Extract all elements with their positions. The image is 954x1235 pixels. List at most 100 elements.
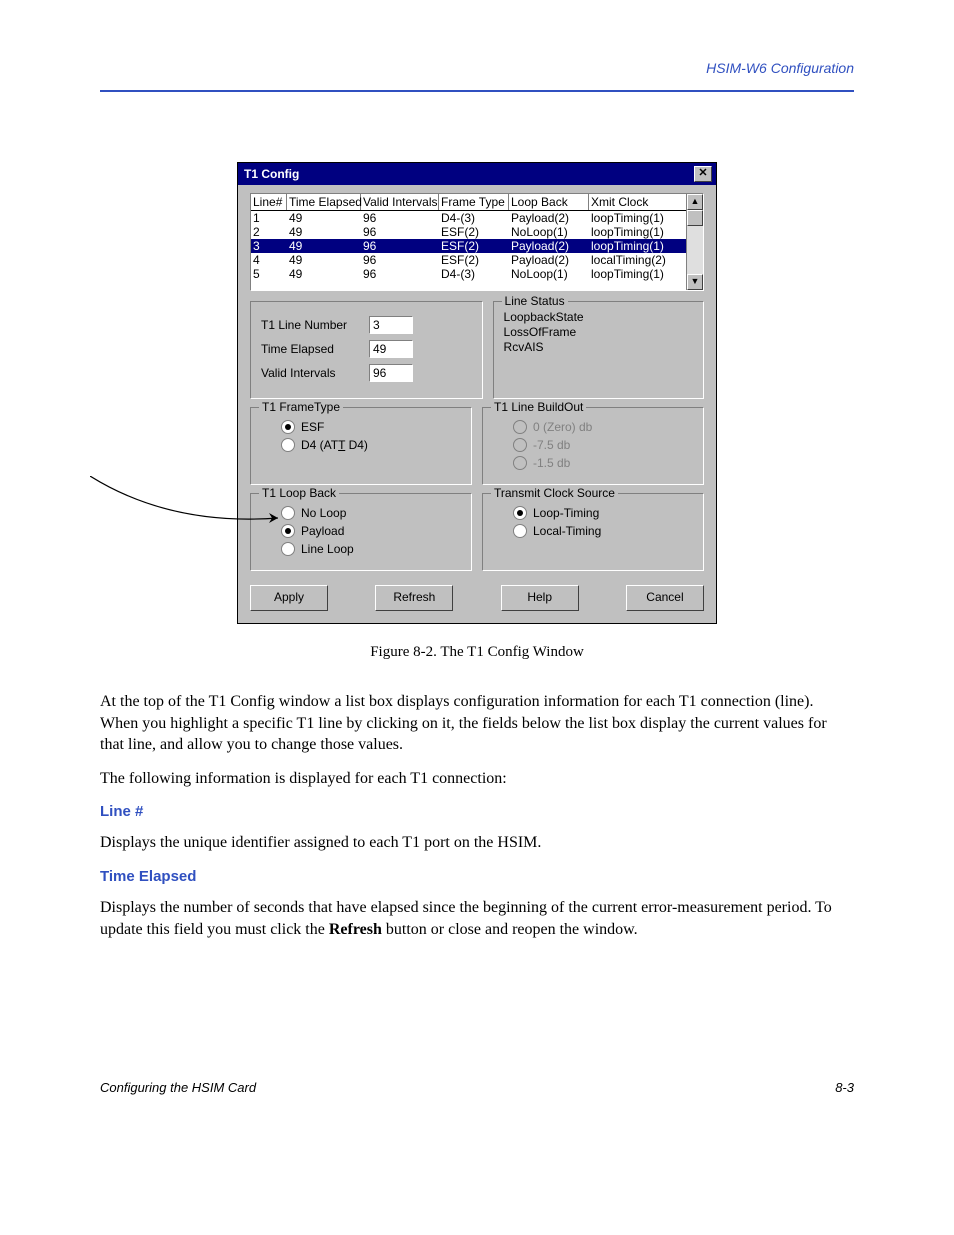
table-row[interactable]: 44996ESF(2)Payload(2)localTiming(2) <box>251 253 686 267</box>
cell: loopTiming(1) <box>589 239 679 253</box>
radio-icon <box>281 420 295 434</box>
clock-legend: Transmit Clock Source <box>491 486 618 500</box>
radio-label: 0 (Zero) db <box>533 420 592 434</box>
body-paragraph: Displays the number of seconds that have… <box>100 897 854 940</box>
radio-75db: -7.5 db <box>513 438 693 452</box>
cell: NoLoop(1) <box>509 267 589 281</box>
radio-label: Payload <box>301 524 344 538</box>
radio-label: Line Loop <box>301 542 354 556</box>
cell: 96 <box>361 267 439 281</box>
cell: Payload(2) <box>509 253 589 267</box>
radio-15db: -1.5 db <box>513 456 693 470</box>
cell: D4-(3) <box>439 211 509 225</box>
cell: loopTiming(1) <box>589 267 679 281</box>
radio-esf[interactable]: ESF <box>281 420 461 434</box>
body-paragraph: At the top of the T1 Config window a lis… <box>100 691 854 756</box>
valid-intervals-label: Valid Intervals <box>261 366 361 380</box>
cancel-button[interactable]: Cancel <box>626 585 704 611</box>
col-valid-intervals: Valid Intervals <box>361 194 439 210</box>
line-number-label: T1 Line Number <box>261 318 361 332</box>
list-header: Line# Time Elapsed Valid Intervals Frame… <box>251 194 686 211</box>
line-status-group: Line Status LoopbackState LossOfFrame Rc… <box>493 301 704 399</box>
radio-icon <box>281 506 295 520</box>
cell: D4-(3) <box>439 267 509 281</box>
radio-icon <box>513 438 527 452</box>
line-status-legend: Line Status <box>502 294 568 308</box>
section-heading-line: Line # <box>100 803 854 820</box>
titlebar: T1 Config ✕ <box>238 163 716 185</box>
help-button[interactable]: Help <box>501 585 579 611</box>
scroll-down-icon[interactable]: ▼ <box>687 274 703 290</box>
table-row[interactable]: 34996ESF(2)Payload(2)loopTiming(1) <box>251 239 686 253</box>
cell: 49 <box>287 267 361 281</box>
radio-icon <box>513 524 527 538</box>
window-title: T1 Config <box>242 167 299 181</box>
line-status-list: LoopbackState LossOfFrame RcvAIS <box>504 310 693 355</box>
radio-0db: 0 (Zero) db <box>513 420 693 434</box>
clock-source-group: Transmit Clock Source Loop-Timing Local-… <box>482 493 704 571</box>
cell: 49 <box>287 225 361 239</box>
buildout-legend: T1 Line BuildOut <box>491 400 586 414</box>
cell: ESF(2) <box>439 225 509 239</box>
radio-lineloop[interactable]: Line Loop <box>281 542 461 556</box>
header-rule <box>100 90 854 92</box>
radio-icon <box>281 438 295 452</box>
time-elapsed-label: Time Elapsed <box>261 342 361 356</box>
table-row[interactable]: 14996D4-(3)Payload(2)loopTiming(1) <box>251 211 686 225</box>
line-number-field[interactable] <box>369 316 413 334</box>
t1-line-listbox[interactable]: Line# Time Elapsed Valid Intervals Frame… <box>250 193 704 291</box>
radio-label: Loop-Timing <box>533 506 599 520</box>
col-line: Line# <box>251 194 287 210</box>
valid-intervals-field[interactable] <box>369 364 413 382</box>
cell: Payload(2) <box>509 239 589 253</box>
list-scrollbar[interactable]: ▲ ▼ <box>686 194 703 290</box>
radio-icon <box>513 420 527 434</box>
cell: 3 <box>251 239 287 253</box>
radio-icon <box>281 542 295 556</box>
radio-d4[interactable]: D4 (ATT D4) <box>281 438 461 452</box>
cell: 96 <box>361 225 439 239</box>
cell: 49 <box>287 239 361 253</box>
scroll-thumb[interactable] <box>687 210 703 226</box>
cell: 96 <box>361 239 439 253</box>
cell: loopTiming(1) <box>589 211 679 225</box>
frame-type-legend: T1 FrameType <box>259 400 343 414</box>
body-paragraph: The following information is displayed f… <box>100 768 854 790</box>
col-xmit-clock: Xmit Clock <box>589 194 679 210</box>
radio-noloop[interactable]: No Loop <box>281 506 461 520</box>
cell: 5 <box>251 267 287 281</box>
radio-loop-timing[interactable]: Loop-Timing <box>513 506 693 520</box>
table-row[interactable]: 54996D4-(3)NoLoop(1)loopTiming(1) <box>251 267 686 281</box>
frame-type-group: T1 FrameType ESF D4 (ATT D4) <box>250 407 472 485</box>
apply-button[interactable]: Apply <box>250 585 328 611</box>
cell: 4 <box>251 253 287 267</box>
cell: 49 <box>287 211 361 225</box>
cell: 96 <box>361 253 439 267</box>
radio-label: No Loop <box>301 506 346 520</box>
cell: ESF(2) <box>439 253 509 267</box>
cell: ESF(2) <box>439 239 509 253</box>
col-frame-type: Frame Type <box>439 194 509 210</box>
page-header-right: HSIM-W6 Configuration <box>706 60 854 76</box>
figure-caption: Figure 8-2. The T1 Config Window <box>100 644 854 661</box>
cell: 1 <box>251 211 287 225</box>
refresh-button[interactable]: Refresh <box>375 585 453 611</box>
radio-label: Local-Timing <box>533 524 601 538</box>
radio-icon <box>513 456 527 470</box>
status-item: RcvAIS <box>504 340 693 355</box>
radio-label: -1.5 db <box>533 456 570 470</box>
status-item: LoopbackState <box>504 310 693 325</box>
time-elapsed-field[interactable] <box>369 340 413 358</box>
loopback-group: T1 Loop Back No Loop Payload Line Loop <box>250 493 472 571</box>
radio-local-timing[interactable]: Local-Timing <box>513 524 693 538</box>
footer-left: Configuring the HSIM Card <box>100 1080 256 1095</box>
footer-right: 8-3 <box>835 1080 854 1095</box>
close-icon[interactable]: ✕ <box>694 166 712 182</box>
status-item: LossOfFrame <box>504 325 693 340</box>
radio-label: D4 (ATT D4) <box>301 438 368 452</box>
table-row[interactable]: 24996ESF(2)NoLoop(1)loopTiming(1) <box>251 225 686 239</box>
scroll-up-icon[interactable]: ▲ <box>687 194 703 210</box>
radio-label: ESF <box>301 420 324 434</box>
radio-icon <box>513 506 527 520</box>
radio-payload[interactable]: Payload <box>281 524 461 538</box>
